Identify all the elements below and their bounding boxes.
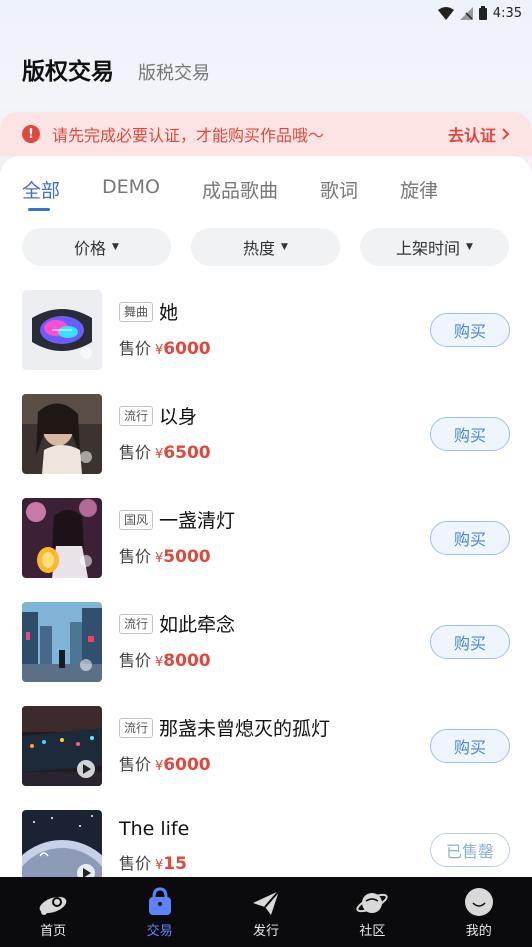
price-label: 售价 bbox=[119, 651, 152, 670]
warning-icon: ! bbox=[22, 125, 40, 143]
no-signal-icon bbox=[459, 6, 473, 20]
battery-icon bbox=[478, 6, 487, 20]
home-icon bbox=[36, 885, 70, 917]
nav-publish[interactable]: 发行 bbox=[226, 885, 306, 939]
genre-tag: 流行 bbox=[119, 405, 154, 426]
buy-button[interactable]: 购买 bbox=[430, 729, 510, 763]
nav-publish-label: 发行 bbox=[252, 924, 279, 939]
filter-popularity[interactable]: 热度 ▼ bbox=[191, 228, 340, 266]
song-title: 如此牵念 bbox=[159, 614, 236, 636]
list-item[interactable]: 国风 一盏清灯 售价 ¥5000 购买 bbox=[0, 498, 532, 578]
nav-trade-label: 交易 bbox=[146, 924, 173, 939]
cover-image[interactable] bbox=[22, 290, 102, 370]
filter-listing-time[interactable]: 上架时间 ▼ bbox=[360, 228, 509, 266]
price-value: ¥15 bbox=[155, 854, 187, 874]
buy-button[interactable]: 购买 bbox=[430, 521, 510, 555]
sort-filters: 价格 ▼ 热度 ▼ 上架时间 ▼ bbox=[22, 228, 509, 266]
caret-down-icon: ▼ bbox=[466, 242, 473, 252]
cover-image[interactable] bbox=[22, 394, 102, 474]
nav-home[interactable]: 首页 bbox=[13, 885, 93, 939]
verify-link-label: 去认证 bbox=[447, 126, 496, 145]
price-value: ¥6500 bbox=[155, 443, 211, 463]
page-header: 版权交易 版税交易 bbox=[22, 52, 210, 90]
planet-icon bbox=[355, 885, 389, 917]
tab-all[interactable]: 全部 bbox=[22, 176, 60, 211]
nav-community[interactable]: 社区 bbox=[332, 885, 412, 939]
list-item[interactable]: 流行 如此牵念 售价 ¥8000 购买 bbox=[0, 602, 532, 682]
caret-down-icon: ▼ bbox=[281, 242, 288, 252]
buy-button[interactable]: 购买 bbox=[430, 625, 510, 659]
song-title: 以身 bbox=[159, 406, 198, 428]
price-label: 售价 bbox=[119, 547, 152, 566]
tab-melody[interactable]: 旋律 bbox=[400, 176, 438, 203]
song-title: 一盏清灯 bbox=[159, 510, 236, 532]
list-item[interactable]: The life 售价 ¥15 已售罄 bbox=[0, 810, 532, 877]
caret-down-icon: ▼ bbox=[112, 242, 119, 252]
chevron-right-icon bbox=[502, 128, 510, 140]
list-item[interactable]: 流行 那盏未曾熄灭的孤灯 售价 ¥6000 购买 bbox=[0, 706, 532, 786]
genre-tag: 流行 bbox=[119, 613, 154, 634]
bottom-nav: 首页 交易 发行 社区 我的 bbox=[0, 877, 532, 947]
filter-listing-time-label: 上架时间 bbox=[396, 239, 461, 258]
buy-button[interactable]: 购买 bbox=[430, 417, 510, 451]
nav-profile-label: 我的 bbox=[465, 924, 492, 939]
cover-image[interactable] bbox=[22, 810, 102, 877]
status-time: 4:35 bbox=[492, 5, 522, 21]
cover-image[interactable] bbox=[22, 602, 102, 682]
tab-finished-songs[interactable]: 成品歌曲 bbox=[202, 176, 278, 203]
genre-tag: 舞曲 bbox=[119, 301, 154, 322]
nav-home-label: 首页 bbox=[40, 924, 67, 939]
nav-community-label: 社区 bbox=[359, 924, 386, 939]
list-item[interactable]: 流行 以身 售价 ¥6500 购买 bbox=[0, 394, 532, 474]
wifi-icon bbox=[437, 6, 454, 20]
tab-demo[interactable]: DEMO bbox=[102, 176, 160, 203]
sold-out-button[interactable]: 已售罄 bbox=[430, 833, 510, 867]
price-label: 售价 bbox=[119, 443, 152, 462]
verification-notice[interactable]: ! 请先完成必要认证，才能购买作品哦～ 去认证 bbox=[0, 112, 532, 156]
cover-image[interactable] bbox=[22, 498, 102, 578]
price-label: 售价 bbox=[119, 339, 152, 358]
main-card: 全部 DEMO 成品歌曲 歌词 旋律 价格 ▼ 热度 ▼ 上架时间 ▼ 舞曲 她… bbox=[0, 156, 532, 877]
status-bar: 4:35 bbox=[0, 0, 532, 26]
tab-copyright-trade[interactable]: 版权交易 bbox=[22, 52, 114, 90]
genre-tag: 流行 bbox=[119, 717, 154, 738]
verify-link[interactable]: 去认证 bbox=[448, 122, 510, 146]
genre-tag: 国风 bbox=[119, 509, 154, 530]
song-title: 她 bbox=[159, 302, 179, 324]
notice-text: 请先完成必要认证，才能购买作品哦～ bbox=[52, 126, 325, 145]
tab-royalty-trade[interactable]: 版税交易 bbox=[138, 59, 210, 85]
price-value: ¥6000 bbox=[155, 339, 211, 359]
song-title: 那盏未曾熄灭的孤灯 bbox=[159, 718, 331, 740]
list-item[interactable]: 舞曲 她 售价 ¥6000 购买 bbox=[0, 290, 532, 370]
bag-icon bbox=[146, 885, 174, 917]
tab-lyrics[interactable]: 歌词 bbox=[320, 176, 358, 203]
nav-trade[interactable]: 交易 bbox=[120, 885, 200, 939]
price-value: ¥6000 bbox=[155, 755, 211, 775]
nav-profile[interactable]: 我的 bbox=[439, 885, 519, 939]
song-title: The life bbox=[119, 818, 190, 840]
price-label: 售价 bbox=[119, 854, 152, 873]
cover-image[interactable] bbox=[22, 706, 102, 786]
price-value: ¥5000 bbox=[155, 547, 211, 567]
paper-plane-icon bbox=[251, 885, 281, 917]
filter-price[interactable]: 价格 ▼ bbox=[22, 228, 171, 266]
filter-popularity-label: 热度 bbox=[243, 239, 276, 258]
price-value: ¥8000 bbox=[155, 651, 211, 671]
price-label: 售价 bbox=[119, 755, 152, 774]
buy-button[interactable]: 购买 bbox=[430, 313, 510, 347]
category-tabs: 全部 DEMO 成品歌曲 歌词 旋律 bbox=[22, 176, 438, 211]
profile-icon bbox=[464, 885, 494, 917]
filter-price-label: 价格 bbox=[74, 239, 107, 258]
